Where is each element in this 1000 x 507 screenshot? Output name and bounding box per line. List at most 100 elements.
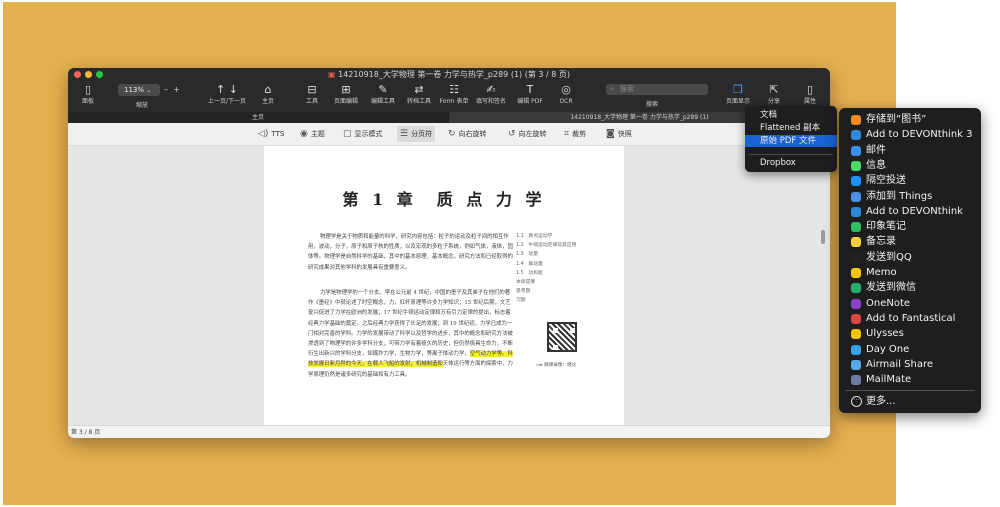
share-extension-item[interactable]: 邮件 xyxy=(839,143,981,158)
eye-icon: ◉ xyxy=(300,129,308,139)
onenote-icon xyxy=(851,298,861,309)
share-extension-item[interactable]: OneNote xyxy=(839,296,981,311)
zoom-window-button[interactable] xyxy=(96,71,103,78)
edit-tool-button[interactable]: ✎ 编辑工具 xyxy=(363,82,403,106)
crop-button[interactable]: ⌗ 裁剪 xyxy=(564,123,586,145)
share-extension-item[interactable]: Add to Fantastical xyxy=(839,311,981,326)
tts-button[interactable]: ◁) TTS xyxy=(258,123,284,145)
camera-icon: ◙ xyxy=(606,129,615,139)
share-extension-item[interactable]: 备忘录 xyxy=(839,234,981,249)
memo-icon xyxy=(851,268,861,278)
zoom-select[interactable]: 113% ⌄ xyxy=(118,84,160,96)
window-title: 14210918_大学物理 第一卷 力学与热学_p289 (1) (第 3 / … xyxy=(338,70,570,79)
minimize-window-button[interactable] xyxy=(85,71,92,78)
rotate-left-label: 向左旋转 xyxy=(518,130,547,138)
wechat-icon xyxy=(851,283,861,294)
sidebar-icon: ▯ xyxy=(84,83,92,96)
ocr-label: OCR xyxy=(559,98,573,105)
page-indicator: 第 3 / 8 页 xyxy=(71,429,101,436)
zoom-out-button[interactable]: – xyxy=(164,85,168,94)
toc-item: 1.5 功和能 xyxy=(516,270,543,276)
rotate-right-button[interactable]: ↻ 向右旋转 xyxy=(448,123,487,145)
convert-button[interactable]: ⇄ 转档工具 xyxy=(399,82,439,106)
share-extension-item[interactable]: Ulysses xyxy=(839,326,981,341)
text-icon: T xyxy=(526,83,534,96)
share-extension-item[interactable]: 发送到微信 xyxy=(839,280,981,295)
signature-icon: ✍ xyxy=(486,83,496,96)
share-extension-item[interactable]: 发送到QQ xyxy=(839,250,981,265)
split-page-button[interactable]: ☰ 分页符 xyxy=(397,126,436,142)
chapter-toc: 1.1 质点运动学 1.2 牛顿运动定律及其应用 1.3 动量 1.4 角动量 … xyxy=(516,232,606,306)
page-edit-button[interactable]: ⊞ 页面编辑 xyxy=(326,82,366,106)
page-nav-buttons[interactable]: ↑ ↓ 上一页/下一页 xyxy=(204,82,250,106)
mail-icon xyxy=(851,145,861,156)
document-viewport[interactable]: 第 1 章 质 点 力 学 物理学是关于物质和能量的科学，研究内容包括：粒子的运… xyxy=(68,146,830,425)
edit-tool-label: 编辑工具 xyxy=(370,98,395,105)
share-menu-item[interactable]: Flattened 副本 xyxy=(745,122,837,134)
share-extension-label: Day One xyxy=(866,343,910,355)
share-extension-item[interactable]: Add to DEVONthink xyxy=(839,204,981,219)
zoom-stepper[interactable]: – + xyxy=(164,85,180,94)
ocr-button[interactable]: ◎ OCR xyxy=(546,82,586,106)
devonthink-icon xyxy=(851,130,861,141)
airmail-icon xyxy=(851,359,861,370)
dayone-icon xyxy=(851,344,861,355)
share-menu-item[interactable]: Dropbox xyxy=(745,157,837,169)
edit-pdf-label: 编辑 PDF xyxy=(517,98,543,105)
pdf-file-icon: ▣ xyxy=(328,70,336,79)
crop-label: 裁剪 xyxy=(572,130,587,138)
search-icon: ⌕ xyxy=(610,85,614,93)
toc-item: 1.3 动量 xyxy=(516,252,539,258)
share-extension-item[interactable]: Memo xyxy=(839,265,981,280)
theme-button[interactable]: ◉ 主题 xyxy=(300,123,325,145)
display-mode-button[interactable]: ▢ 显示模式 xyxy=(343,123,383,145)
sidebar-label: 面板 xyxy=(81,98,94,105)
edit-icon: ✎ xyxy=(378,83,388,96)
share-extension-label: 备忘录 xyxy=(866,236,896,248)
pdf-app-window: ▣ 14210918_大学物理 第一卷 力学与热学_p289 (1) (第 3 … xyxy=(68,68,830,438)
search-input[interactable]: ⌕ 搜索 xyxy=(606,84,708,95)
share-extension-label: 隔空投送 xyxy=(866,175,906,187)
home-button[interactable]: ⌂ 主页 xyxy=(248,82,288,106)
share-extension-item[interactable]: MailMate xyxy=(839,372,981,387)
vertical-scrollbar[interactable] xyxy=(821,230,825,244)
fill-sign-label: 填写和签名 xyxy=(475,98,506,105)
share-extension-item[interactable]: Day One xyxy=(839,342,981,357)
video-icon: ▭▸ xyxy=(536,363,543,368)
share-menu-item[interactable]: 文档 xyxy=(745,109,837,121)
page-display-icon: ❐ xyxy=(733,83,743,96)
snapshot-button[interactable]: ◙ 快照 xyxy=(606,123,632,145)
snapshot-label: 快照 xyxy=(617,130,632,138)
main-toolbar: ▯ 面板 113% ⌄ – + 缩放 ↑ ↓ 上一页/下一页 ⌂ 主页 ⊟ 工具… xyxy=(68,82,830,112)
page-display-button[interactable]: ❐ 页面显示 xyxy=(718,82,758,106)
fill-sign-button[interactable]: ✍ 填写和签名 xyxy=(471,82,511,106)
share-extension-item[interactable]: 隔空投送 xyxy=(839,173,981,188)
search-label: 搜索 xyxy=(646,101,659,108)
share-button[interactable]: ⇱ 分享 xyxy=(754,82,794,106)
share-extension-label: 发送到微信 xyxy=(866,282,916,294)
pdf-page[interactable]: 第 1 章 质 点 力 学 物理学是关于物质和能量的科学，研究内容包括：粒子的运… xyxy=(264,146,624,425)
share-extension-item[interactable]: 存储到“图书” xyxy=(839,112,981,127)
ocr-icon: ◎ xyxy=(561,83,571,96)
form-label: Form 表单 xyxy=(439,98,469,105)
form-button[interactable]: ☷ Form 表单 xyxy=(434,82,474,106)
rotate-left-button[interactable]: ↺ 向左旋转 xyxy=(508,123,547,145)
share-extension-label: MailMate xyxy=(866,374,912,386)
tab-home[interactable]: 主页 xyxy=(68,112,448,123)
share-extension-item[interactable]: 信息 xyxy=(839,158,981,173)
properties-button[interactable]: ▯ 属性 xyxy=(790,82,830,106)
close-window-button[interactable] xyxy=(74,71,81,78)
more-label: 更多... xyxy=(866,396,896,407)
zoom-value: 113% xyxy=(124,86,145,94)
qr-code xyxy=(547,322,577,352)
edit-pdf-button[interactable]: T 编辑 PDF xyxy=(510,82,550,106)
share-extension-item[interactable]: 印象笔记 xyxy=(839,219,981,234)
more-button[interactable]: ··· 更多... xyxy=(839,394,981,409)
share-extension-item[interactable]: Airmail Share xyxy=(839,357,981,372)
share-extension-item[interactable]: Add to DEVONthink 3 xyxy=(839,127,981,142)
share-menu-item-selected[interactable]: 原始 PDF 文件 xyxy=(745,135,837,147)
share-extension-item[interactable]: 添加到 Things xyxy=(839,189,981,204)
sidebar-button[interactable]: ▯ 面板 xyxy=(68,82,108,106)
zoom-in-button[interactable]: + xyxy=(173,85,180,94)
paragraph-1: 物理学是关于物质和能量的科学，研究内容包括：粒子的运动及粒子间的相互作用，波动，… xyxy=(308,234,513,271)
